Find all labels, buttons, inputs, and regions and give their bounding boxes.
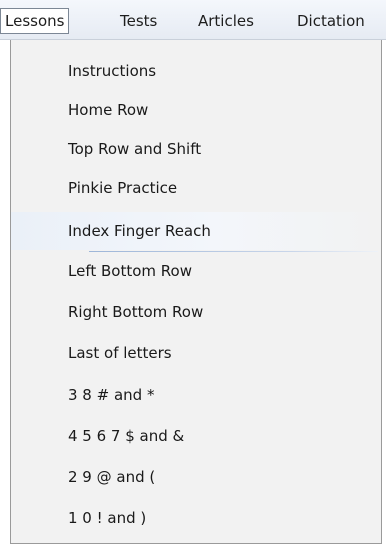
menu-item-3-8-hash-and-star[interactable]: 3 8 # and * [11,376,381,414]
menu-item-right-bottom-row[interactable]: Right Bottom Row [11,293,381,331]
menu-item-1-0-exclamation-and-close-paren[interactable]: 1 0 ! and ) [11,499,381,537]
menu-lessons[interactable]: Lessons [0,8,70,34]
menu-item-pinkie-practice[interactable]: Pinkie Practice [11,169,381,207]
menu-item-left-bottom-row[interactable]: Left Bottom Row [11,252,381,290]
menu-item-last-of-letters[interactable]: Last of letters [11,334,381,372]
menu-item-2-9-at-and-open-paren[interactable]: 2 9 @ and ( [11,458,381,496]
menu-item-4-5-6-7-dollar-and-ampersand[interactable]: 4 5 6 7 $ and & [11,417,381,455]
menu-item-instructions[interactable]: Instructions [11,52,381,90]
menu-item-home-row[interactable]: Home Row [11,91,381,129]
menu-dictation[interactable]: Dictation [297,9,365,33]
menu-articles[interactable]: Articles [198,9,254,33]
menu-item-top-row-and-shift[interactable]: Top Row and Shift [11,130,381,168]
lessons-dropdown-menu: Instructions Home Row Top Row and Shift … [10,40,382,544]
menu-bar: Lessons Tests Articles Dictation [0,0,386,40]
menu-item-index-finger-reach[interactable]: Index Finger Reach [11,212,381,250]
menu-tests[interactable]: Tests [120,9,157,33]
